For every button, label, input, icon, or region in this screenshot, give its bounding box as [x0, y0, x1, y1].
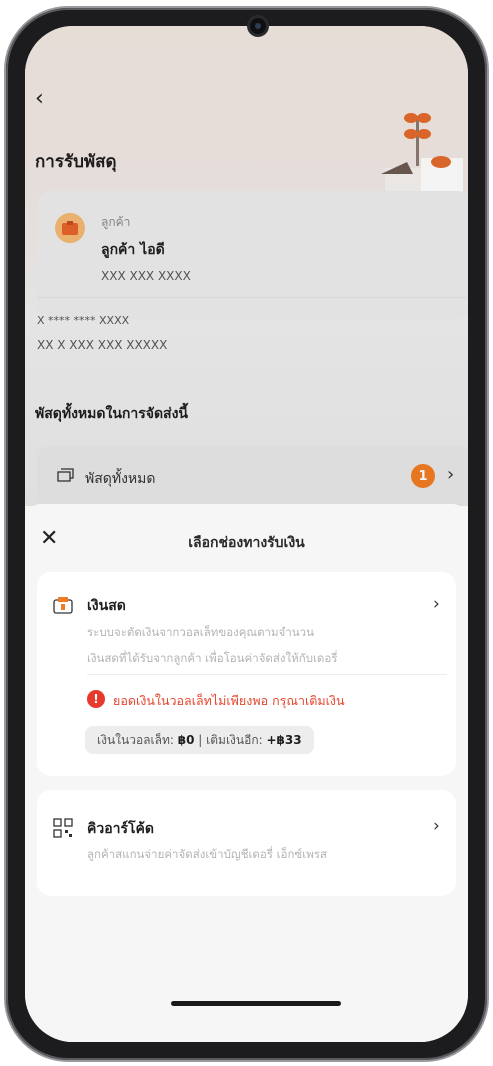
insufficient-balance-warning: ยอดเงินในวอลเล็ทไม่เพียงพอ กรุณาเติมเงิน [113, 693, 345, 708]
topup-label: | เติมเงินอีก: [198, 732, 263, 747]
cash-option[interactable]: เงินสด › ระบบจะตัดเงินจากวอลเล็ทของคุณตา… [37, 572, 456, 776]
screen: ‹ การรับพัสดุ ลูกค้า ลูกค้า ไอดี XXX XXX… [25, 26, 468, 1042]
alert-icon: ! [87, 690, 105, 708]
front-camera [250, 18, 266, 34]
qr-code-icon [53, 818, 73, 838]
qr-title: คิวอาร์โค้ด [87, 821, 154, 837]
home-indicator[interactable] [171, 1001, 341, 1006]
cash-description-line-1: ระบบจะตัดเงินจากวอลเล็ทของคุณตามจำนวน [87, 625, 314, 639]
wallet-balance-chip: เงินในวอลเล็ท: ฿0 | เติมเงินอีก: +฿33 [85, 726, 314, 754]
cash-title: เงินสด [87, 598, 126, 614]
chevron-right-icon: › [433, 594, 440, 614]
sheet-title: เลือกช่องทางรับเงิน [188, 535, 305, 551]
qr-code-option[interactable]: คิวอาร์โค้ด › ลูกค้าสแกนจ่ายค่าจัดส่งเข้… [37, 790, 456, 896]
cash-wallet-icon [53, 597, 73, 614]
phone-frame: ‹ การรับพัสดุ ลูกค้า ลูกค้า ไอดี XXX XXX… [6, 8, 487, 1060]
cash-divider [87, 674, 447, 675]
qr-description: ลูกค้าสแกนจ่ายค่าจัดส่งเข้าบัญชีเดอรี่ เ… [87, 847, 327, 861]
wallet-balance-label: เงินในวอลเล็ท: [97, 732, 174, 747]
wallet-balance-value: ฿0 [177, 733, 195, 747]
parcel-receive-page: ‹ การรับพัสดุ ลูกค้า ลูกค้า ไอดี XXX XXX… [25, 26, 468, 506]
topup-value: +฿33 [266, 733, 302, 747]
payment-method-sheet: ✕ เลือกช่องทางรับเงิน เงินสด › ระบบจะตัด… [25, 504, 468, 1042]
cash-description-line-2: เงินสดที่ได้รับจากลูกค้า เพื่อโอนค่าจัดส… [87, 651, 338, 665]
chevron-right-icon: › [433, 816, 440, 836]
overlay-dim [25, 26, 468, 506]
